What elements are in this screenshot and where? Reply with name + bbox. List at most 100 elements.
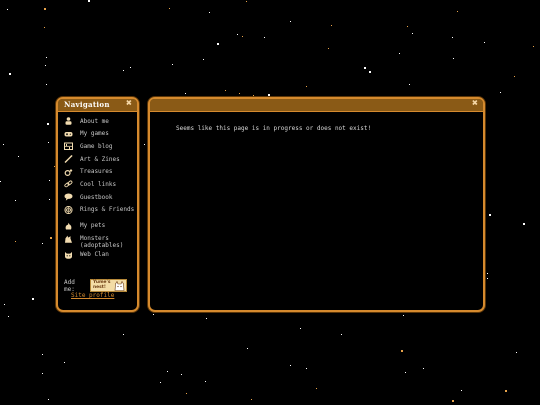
star	[306, 86, 307, 87]
nav-item-about-me[interactable]: About me	[64, 117, 137, 130]
star	[505, 390, 507, 392]
star	[341, 334, 342, 335]
star	[8, 316, 9, 317]
star	[412, 33, 413, 34]
star	[44, 8, 46, 10]
nav-item-label: Monsters (adoptables)	[80, 235, 124, 249]
star	[251, 399, 252, 400]
nav-item-treasures[interactable]: Treasures	[64, 168, 137, 181]
star	[153, 314, 154, 315]
star	[405, 372, 406, 373]
nav-item-label: Web Clan	[80, 251, 109, 258]
nav-item-label: Treasures	[80, 168, 113, 176]
ring-icon	[64, 168, 73, 176]
star	[42, 354, 43, 355]
star	[237, 34, 238, 35]
star	[523, 223, 525, 225]
cat-icon	[114, 281, 125, 291]
link-icon	[64, 180, 73, 188]
star	[239, 93, 240, 94]
star	[242, 36, 243, 37]
star	[49, 199, 50, 200]
star	[0, 181, 1, 182]
star	[160, 382, 161, 383]
cat-face-icon	[64, 251, 73, 259]
nav-item-label: Cool links	[80, 180, 117, 188]
web-ring-icon	[64, 205, 73, 214]
star	[54, 166, 55, 167]
star	[186, 393, 187, 394]
person-icon	[64, 117, 73, 125]
star	[15, 200, 16, 201]
site-badge-text: Yume's nest!	[93, 280, 111, 290]
star	[423, 368, 424, 369]
star	[64, 362, 65, 363]
star	[209, 12, 210, 13]
star	[44, 27, 45, 28]
star	[500, 92, 501, 93]
star	[4, 304, 5, 305]
star	[205, 381, 206, 382]
star	[300, 328, 301, 329]
nav-item-cool-links[interactable]: Cool links	[64, 180, 137, 193]
star	[47, 123, 49, 125]
star	[484, 42, 485, 43]
star	[18, 156, 19, 157]
nav-item-label: My pets	[80, 222, 106, 230]
star	[533, 46, 534, 47]
star	[50, 237, 52, 239]
content-window: ✖ Seems like this page is in progress or…	[148, 97, 485, 312]
nav-item-my-pets[interactable]: My pets	[64, 222, 137, 235]
close-icon[interactable]: ✖	[472, 98, 478, 110]
star	[452, 37, 453, 38]
star	[123, 70, 124, 71]
star	[167, 371, 168, 372]
nav-item-my-games[interactable]: My games	[64, 130, 137, 143]
speech-bubble-icon	[64, 193, 73, 201]
star	[331, 25, 332, 26]
page-message: Seems like this page is in progress or d…	[176, 125, 372, 132]
star	[316, 388, 317, 389]
star	[328, 48, 329, 49]
star	[253, 95, 254, 96]
star	[403, 315, 404, 316]
star	[42, 373, 43, 374]
pet-icon	[64, 222, 73, 230]
star	[487, 278, 488, 279]
star	[217, 43, 219, 45]
nav-item-rings-friends[interactable]: Rings & Friends	[64, 205, 137, 222]
site-profile-link[interactable]: Site profile	[71, 292, 114, 299]
nav-item-art-zines[interactable]: Art & Zines	[64, 155, 137, 168]
star	[453, 58, 454, 59]
nav-item-guestbook[interactable]: Guestbook	[64, 193, 137, 206]
star	[246, 1, 247, 2]
star	[15, 241, 16, 242]
nav-item-label: Art & Zines	[80, 155, 120, 163]
star	[144, 144, 145, 145]
star	[7, 9, 8, 10]
star	[409, 84, 410, 85]
star	[306, 368, 307, 369]
nav-item-web-clan[interactable]: Web Clan	[64, 251, 137, 264]
star	[48, 142, 49, 143]
site-badge[interactable]: Yume's nest!	[90, 279, 127, 292]
star	[452, 400, 454, 402]
nav-item-label: Guestbook	[80, 193, 113, 201]
navigation-list: About me My games Game blog Art & Zines …	[58, 112, 137, 263]
star	[185, 93, 186, 94]
pencil-icon	[64, 155, 73, 164]
nav-item-game-blog[interactable]: Game blog	[64, 142, 137, 155]
close-icon[interactable]: ✖	[126, 98, 132, 110]
star	[489, 214, 491, 216]
star	[42, 243, 43, 244]
star	[461, 390, 462, 391]
star	[369, 71, 371, 73]
nav-item-monsters-adoptables[interactable]: Monsters (adoptables)	[64, 235, 137, 251]
navigation-title: Navigation	[64, 100, 110, 109]
star	[46, 84, 47, 85]
star	[48, 399, 49, 400]
star	[457, 11, 458, 12]
star	[290, 21, 291, 22]
star	[123, 334, 124, 335]
gamepad-icon	[64, 130, 73, 138]
